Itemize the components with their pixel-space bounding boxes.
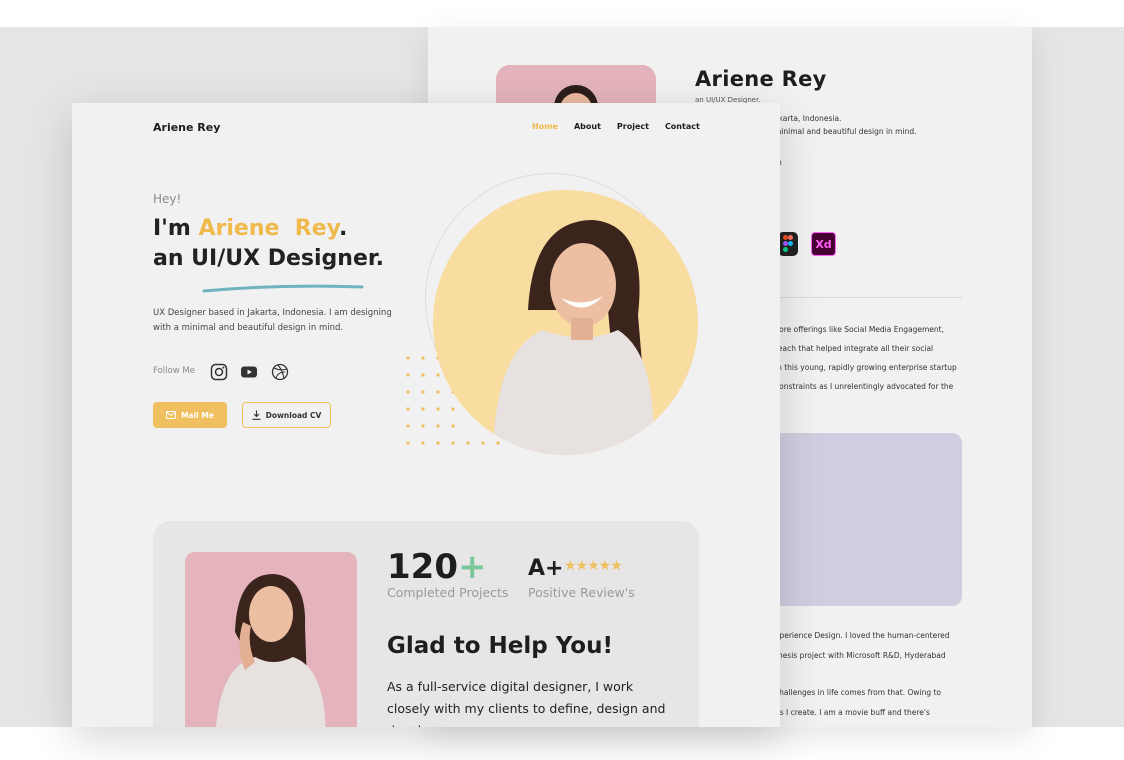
portfolio-home-page: Ariene Rey Home About Project Contact He…	[72, 103, 780, 727]
hero-subtitle: an UI/UX Designer.	[153, 246, 384, 271]
instagram-icon[interactable]	[209, 362, 229, 382]
site-logo[interactable]: Ariene Rey	[153, 121, 220, 134]
download-cv-button[interactable]: Download CV	[242, 402, 331, 428]
hero-title: I'm Ariene Rey.	[153, 216, 347, 241]
mail-me-button[interactable]: Mail Me	[153, 402, 227, 428]
youtube-icon[interactable]	[239, 362, 259, 382]
about-heading: Glad to Help You!	[387, 633, 613, 659]
projects-count-value: 120	[387, 547, 458, 587]
body-text-line: challenges in life comes from that. Owin…	[775, 688, 942, 697]
hero-intro: UX Designer based in Jakarta, Indonesia.…	[153, 308, 392, 333]
review-label: Positive Review's	[528, 585, 635, 600]
main-nav: Home About Project Contact	[532, 122, 700, 131]
body-text-line: reach that helped integrate all their so…	[775, 344, 934, 353]
intro-line: minimal and beautiful design in mind.	[774, 127, 917, 136]
nav-home[interactable]: Home	[532, 122, 558, 131]
mail-me-label: Mail Me	[181, 410, 214, 420]
greeting: Hey!	[153, 192, 182, 206]
hero-title-name: Ariene Rey	[198, 216, 339, 241]
body-text-line: constraints as I unrelentingly advocated…	[775, 382, 954, 391]
review-grade: A+	[528, 556, 564, 581]
intro-line: akarta, Indonesia.	[774, 114, 842, 123]
adobe-xd-icon: Xd	[811, 232, 836, 256]
figma-icon	[778, 232, 798, 256]
about-portrait	[185, 552, 357, 727]
body-text-line: xperience Design. I loved the human-cent…	[775, 631, 950, 640]
hero-title-prefix: I'm	[153, 216, 199, 241]
profile-name: Ariene Rey	[695, 67, 827, 91]
about-paragraph: As a full-service digital designer, I wo…	[387, 679, 666, 727]
nav-project[interactable]: Project	[617, 122, 649, 131]
body-text-line: thesis project with Microsoft R&D, Hyder…	[775, 651, 946, 660]
body-text-line: ns I create. I am a movie buff and there…	[775, 708, 930, 717]
projects-label: Completed Projects	[387, 585, 509, 600]
projects-count: 120+	[387, 547, 486, 587]
projects-plus: +	[457, 547, 487, 587]
body-text-line: in this young, rapidly growing enterpris…	[775, 363, 957, 372]
nav-about[interactable]: About	[574, 122, 601, 131]
download-cv-label: Download CV	[265, 410, 322, 420]
mail-icon	[166, 411, 177, 419]
body-text-line: core offerings like Social Media Engagem…	[775, 325, 944, 334]
download-icon	[252, 410, 261, 420]
underline-brush	[202, 284, 364, 293]
hero-portrait	[433, 190, 698, 455]
hero-title-suffix: .	[338, 216, 348, 241]
follow-label: Follow Me	[153, 366, 195, 376]
dribbble-icon[interactable]	[270, 362, 290, 382]
star-rating: ★★★★★	[564, 558, 623, 574]
nav-contact[interactable]: Contact	[665, 122, 700, 131]
about-section: 120+ Completed Projects A+ ★★★★★ Positiv…	[153, 521, 699, 727]
